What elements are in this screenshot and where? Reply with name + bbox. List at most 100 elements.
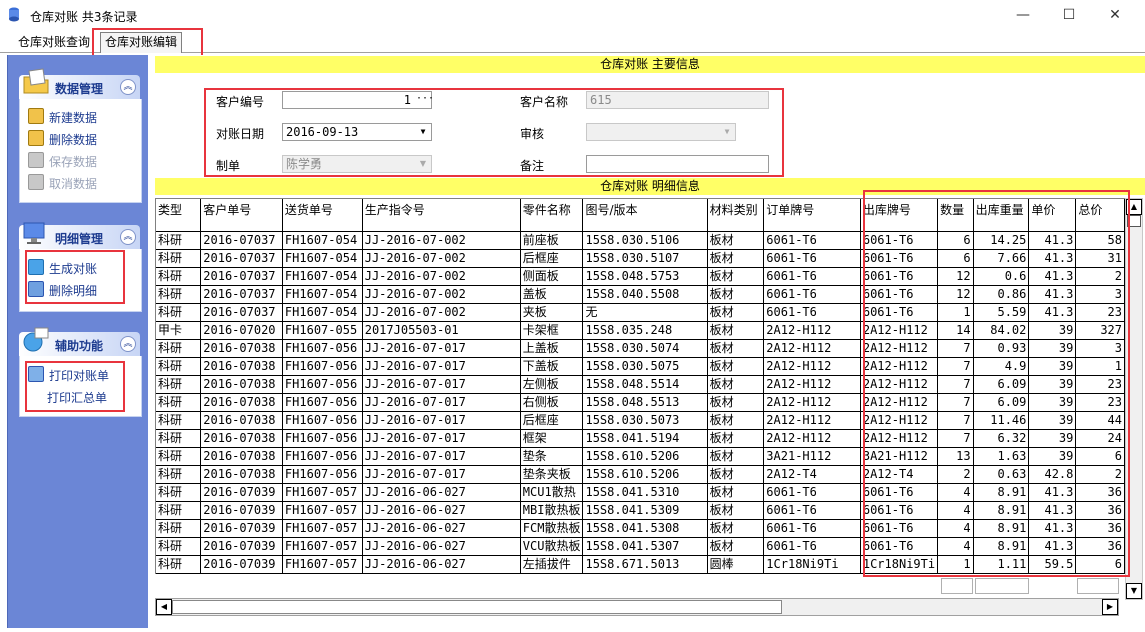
table-cell[interactable]: 39 xyxy=(1028,357,1077,376)
table-cell[interactable]: FH1607-056 xyxy=(282,429,363,448)
table-cell[interactable]: 4 xyxy=(937,519,974,538)
vertical-scrollbar[interactable]: ▲ ▼ xyxy=(1125,198,1143,600)
table-cell[interactable]: 板材 xyxy=(707,519,765,538)
table-cell[interactable]: 31 xyxy=(1075,249,1125,268)
column-header[interactable]: 类型 xyxy=(156,199,202,232)
section-header-detail-management[interactable]: 明细管理 ︽ xyxy=(19,222,140,249)
table-cell[interactable]: 科研 xyxy=(156,249,202,268)
table-cell[interactable]: 36 xyxy=(1075,519,1125,538)
table-cell[interactable]: 14 xyxy=(937,321,974,340)
date-field[interactable]: 2016-09-13 ▼ xyxy=(282,123,432,141)
table-cell[interactable]: 1 xyxy=(1075,357,1125,376)
table-cell[interactable]: 盖板 xyxy=(520,285,584,304)
column-header[interactable]: 出库重量 xyxy=(973,199,1030,232)
table-cell[interactable]: 2016-07039 xyxy=(200,537,283,556)
table-cell[interactable]: 板材 xyxy=(707,537,765,556)
table-cell[interactable]: 板材 xyxy=(707,321,765,340)
table-cell[interactable]: 2016-07020 xyxy=(200,321,283,340)
table-cell[interactable]: FH1607-056 xyxy=(282,411,363,430)
table-cell[interactable]: 4 xyxy=(937,501,974,520)
table-cell[interactable]: 1.11 xyxy=(973,555,1030,574)
table-cell[interactable]: 23 xyxy=(1075,393,1125,412)
table-cell[interactable]: 15S8.030.5073 xyxy=(582,411,708,430)
table-cell[interactable]: 7 xyxy=(937,375,974,394)
horizontal-scrollbar[interactable]: ◀ ▶ xyxy=(155,598,1119,616)
table-cell[interactable]: 7 xyxy=(937,357,974,376)
table-cell[interactable]: FH1607-054 xyxy=(282,231,363,250)
table-cell[interactable]: 2016-07038 xyxy=(200,429,283,448)
section-header-data-management[interactable]: 数据管理 ︽ xyxy=(19,68,140,99)
column-header[interactable]: 订单牌号 xyxy=(763,199,861,232)
table-cell[interactable]: 2 xyxy=(1075,465,1125,484)
scroll-up-button[interactable]: ▲ xyxy=(1126,199,1142,215)
scroll-down-button[interactable]: ▼ xyxy=(1126,583,1142,599)
table-cell[interactable]: 板材 xyxy=(707,411,765,430)
table-cell[interactable]: 7 xyxy=(937,411,974,430)
table-cell[interactable]: FH1607-057 xyxy=(282,537,363,556)
table-cell[interactable]: 6.09 xyxy=(973,393,1030,412)
table-cell[interactable]: JJ-2016-06-027 xyxy=(362,519,521,538)
table-cell[interactable]: 39 xyxy=(1028,411,1077,430)
table-cell[interactable]: 13 xyxy=(937,447,974,466)
table-cell[interactable]: 卡架框 xyxy=(520,321,584,340)
table-cell[interactable]: 0.6 xyxy=(973,267,1030,286)
table-cell[interactable]: 科研 xyxy=(156,465,202,484)
table-cell[interactable]: 15S8.030.5106 xyxy=(582,231,708,250)
table-cell[interactable]: JJ-2016-07-002 xyxy=(362,249,521,268)
table-cell[interactable]: 4 xyxy=(937,537,974,556)
column-header[interactable]: 出库牌号 xyxy=(860,199,939,232)
column-header[interactable]: 零件名称 xyxy=(520,199,584,232)
table-cell[interactable]: 夹板 xyxy=(520,303,584,322)
table-cell[interactable]: 7 xyxy=(937,429,974,448)
table-cell[interactable]: 6 xyxy=(1075,447,1125,466)
table-cell[interactable]: 板材 xyxy=(707,501,765,520)
table-cell[interactable]: 右侧板 xyxy=(520,393,584,412)
table-cell[interactable]: 板材 xyxy=(707,231,765,250)
table-cell[interactable]: 2 xyxy=(937,465,974,484)
table-cell[interactable]: 2016-07039 xyxy=(200,501,283,520)
table-cell[interactable]: 2A12-T4 xyxy=(860,465,939,484)
table-cell[interactable]: FCM散热板 xyxy=(520,519,584,538)
customer-no-field[interactable]: 1 ··· xyxy=(282,91,434,109)
table-cell[interactable]: FH1607-057 xyxy=(282,501,363,520)
table-cell[interactable]: 板材 xyxy=(707,429,765,448)
table-cell[interactable]: 15S8.671.5013 xyxy=(582,555,708,574)
table-cell[interactable]: 板材 xyxy=(707,285,765,304)
table-cell[interactable]: 板材 xyxy=(707,447,765,466)
table-cell[interactable]: 39 xyxy=(1028,339,1077,358)
table-cell[interactable]: 15S8.030.5074 xyxy=(582,339,708,358)
table-row[interactable]: 科研 2016-07039 FH1607-057 JJ-2016-06-027 左插拔件… xyxy=(156,555,1125,574)
new-data-button[interactable]: 新建数据 xyxy=(28,108,97,128)
table-cell[interactable]: 后框座 xyxy=(520,249,584,268)
table-cell[interactable]: 6.09 xyxy=(973,375,1030,394)
customer-name-field[interactable]: 615 xyxy=(586,91,769,109)
table-cell[interactable]: 41.3 xyxy=(1028,231,1077,250)
table-row[interactable]: 科研 2016-07038 FH1607-056 JJ-2016-07-017 垫条 15… xyxy=(156,447,1125,466)
table-cell[interactable]: 6061-T6 xyxy=(763,249,861,268)
table-cell[interactable]: 41.3 xyxy=(1028,249,1077,268)
scroll-thumb[interactable] xyxy=(172,600,782,614)
table-cell[interactable]: 44 xyxy=(1075,411,1125,430)
table-cell[interactable]: 板材 xyxy=(707,483,765,502)
table-cell[interactable]: 39 xyxy=(1028,375,1077,394)
table-cell[interactable]: JJ-2016-07-017 xyxy=(362,357,521,376)
table-cell[interactable]: 2A12-H112 xyxy=(763,375,861,394)
table-cell[interactable]: JJ-2016-07-017 xyxy=(362,411,521,430)
table-cell[interactable]: 327 xyxy=(1075,321,1125,340)
table-cell[interactable]: 2A12-H112 xyxy=(860,393,939,412)
delete-detail-button[interactable]: 删除明细 xyxy=(28,281,97,301)
table-row[interactable]: 科研 2016-07039 FH1607-057 JJ-2016-06-027 MCU1… xyxy=(156,483,1125,502)
table-cell[interactable]: 6061-T6 xyxy=(860,303,939,322)
table-cell[interactable]: 15S8.610.5206 xyxy=(582,447,708,466)
table-cell[interactable]: 科研 xyxy=(156,393,202,412)
column-header[interactable]: 图号/版本 xyxy=(582,199,708,232)
table-cell[interactable]: 侧面板 xyxy=(520,267,584,286)
table-cell[interactable]: 84.02 xyxy=(973,321,1030,340)
table-cell[interactable]: 15S8.041.5308 xyxy=(582,519,708,538)
table-cell[interactable]: 11.46 xyxy=(973,411,1030,430)
scroll-thumb[interactable] xyxy=(1127,215,1141,227)
table-cell[interactable]: 2016-07038 xyxy=(200,339,283,358)
table-cell[interactable]: 12 xyxy=(937,285,974,304)
table-cell[interactable]: FH1607-056 xyxy=(282,339,363,358)
table-cell[interactable]: 14.25 xyxy=(973,231,1030,250)
